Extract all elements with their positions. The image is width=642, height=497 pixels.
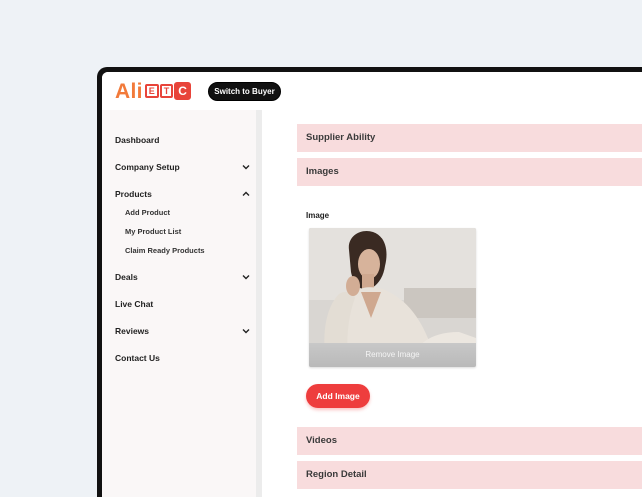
section-region-detail[interactable]: Region Detail <box>297 461 642 489</box>
main-content: Supplier Ability Images Image Remove Ima… <box>262 110 642 497</box>
chevron-down-icon <box>242 275 250 280</box>
sidebar-item-reviews[interactable]: Reviews <box>115 324 252 338</box>
sidebar-subitem-add-product[interactable]: Add Product <box>125 207 170 219</box>
sidebar-item-label: Products <box>115 189 152 199</box>
sidebar-item-label: Deals <box>115 272 138 282</box>
sidebar-subitem-claim-ready-products[interactable]: Claim Ready Products <box>125 245 205 257</box>
section-images[interactable]: Images <box>297 158 642 186</box>
sidebar-item-label: Reviews <box>115 326 150 336</box>
switch-to-buyer-button[interactable]: Switch to Buyer <box>208 82 281 101</box>
section-videos[interactable]: Videos <box>297 427 642 455</box>
product-image-card: Remove Image <box>309 228 476 367</box>
chevron-down-icon <box>242 329 250 334</box>
logo-text: Ali <box>115 79 143 103</box>
sidebar-item-label: Company Setup <box>115 162 180 172</box>
sidebar-item-label: Contact Us <box>115 353 160 363</box>
chevron-up-icon <box>242 191 250 196</box>
laptop-frame: Ali E T C Switch to Buyer Dashboard Comp… <box>97 67 642 497</box>
logo-boxes: E T C <box>144 82 191 100</box>
logo-letter-t: T <box>159 84 174 98</box>
app-screen: Ali E T C Switch to Buyer Dashboard Comp… <box>102 72 642 497</box>
section-supplier-ability[interactable]: Supplier Ability <box>297 124 642 152</box>
sidebar-item-live-chat[interactable]: Live Chat <box>115 297 252 311</box>
sidebar-item-label: Dashboard <box>115 135 160 145</box>
sidebar-item-label: Live Chat <box>115 299 154 309</box>
add-image-button[interactable]: Add Image <box>306 384 370 408</box>
logo-letter-e: E <box>144 84 159 98</box>
top-bar: Ali E T C Switch to Buyer <box>102 72 642 111</box>
sidebar-item-products[interactable]: Products <box>115 187 252 201</box>
sidebar-item-dashboard[interactable]: Dashboard <box>115 133 252 147</box>
remove-image-button[interactable]: Remove Image <box>309 343 476 367</box>
image-field-label: Image <box>306 211 330 220</box>
sidebar: Dashboard Company Setup Products Add Pro… <box>102 110 262 497</box>
sidebar-item-contact-us[interactable]: Contact Us <box>115 351 252 365</box>
chevron-down-icon <box>242 165 250 170</box>
alietc-logo[interactable]: Ali E T C <box>115 80 191 102</box>
logo-letter-c: C <box>174 82 191 100</box>
sidebar-item-company-setup[interactable]: Company Setup <box>115 160 252 174</box>
sidebar-subitem-my-product-list[interactable]: My Product List <box>125 226 181 238</box>
sidebar-item-deals[interactable]: Deals <box>115 270 252 284</box>
